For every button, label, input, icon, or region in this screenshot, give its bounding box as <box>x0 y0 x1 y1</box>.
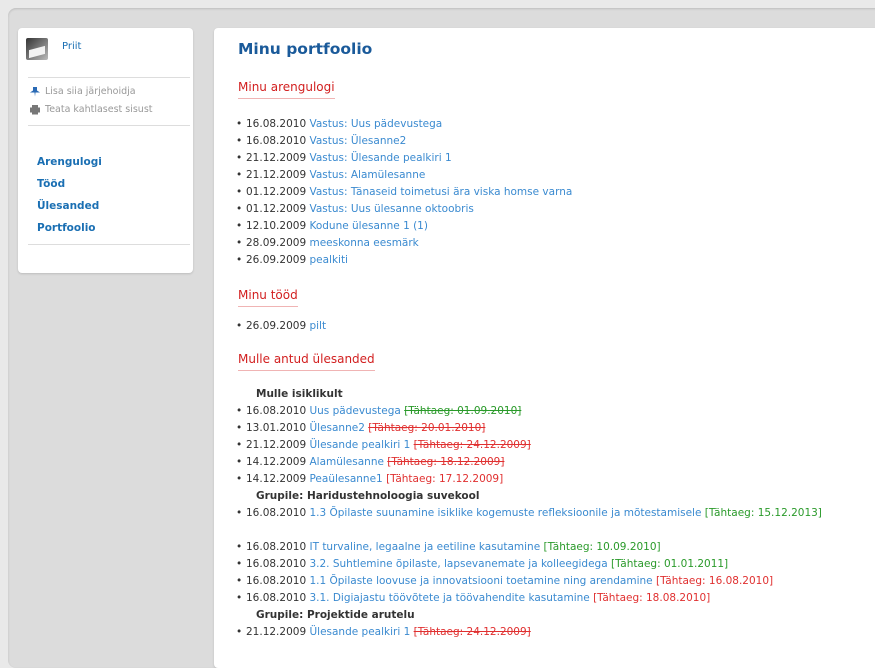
avatar <box>26 38 48 60</box>
list-item: 01.12.2009 Vastus: Tänaseid toimetusi är… <box>236 184 875 201</box>
list-item: 26.09.2009 pilt <box>236 318 875 335</box>
deadline: [Tähtaeg: 10.09.2010] <box>543 541 661 553</box>
list-item: 26.09.2009 pealkiti <box>236 252 875 269</box>
divider <box>28 244 190 245</box>
divider <box>28 77 190 78</box>
nav-ulesanded[interactable]: Ülesanded <box>37 195 102 217</box>
task-link[interactable]: Peaülesanne1 <box>309 473 382 485</box>
task-link[interactable]: 3.1. Digiajastu töövõtete ja töövahendit… <box>309 592 589 604</box>
list-item: 28.09.2009 meeskonna eesmärk <box>236 235 875 252</box>
list-item: 21.12.2009 Vastus: Ülesande pealkiri 1 <box>236 150 875 167</box>
nav-arengulogi[interactable]: Arengulogi <box>37 151 102 173</box>
arengulogi-list: 16.08.2010 Vastus: Uus pädevustega 16.08… <box>236 116 875 269</box>
list-item: 16.08.2010 Uus pädevustega [Tähtaeg: 01.… <box>236 403 875 420</box>
task-link[interactable]: 1.1 Õpilaste loovuse ja innovatsiooni to… <box>309 575 652 587</box>
deadline: [Tähtaeg: 17.12.2009] <box>386 473 504 485</box>
add-bookmark-link[interactable]: Lisa siia järjehoidja <box>30 86 136 97</box>
list-item: 21.12.2009 Ülesande pealkiri 1 [Tähtaeg:… <box>236 624 875 641</box>
entry-link[interactable]: meeskonna eesmärk <box>309 237 418 249</box>
report-content-link[interactable]: Teata kahtlasest sisust <box>30 104 153 115</box>
sidebar-nav: Arengulogi Tööd Ülesanded Portfoolio <box>37 151 102 239</box>
pin-icon <box>30 86 40 97</box>
entry-link[interactable]: Vastus: Tänaseid toimetusi ära viska hom… <box>309 186 572 198</box>
entry-link[interactable]: Kodune ülesanne 1 (1) <box>309 220 428 232</box>
deadline: [Tähtaeg: 01.09.2010] <box>404 405 522 417</box>
page-title: Minu portfoolio <box>238 40 373 58</box>
user-row: Priit <box>26 38 81 60</box>
group-heading: Mulle isiklikult <box>256 388 343 400</box>
deadline: [Tähtaeg: 18.08.2010] <box>593 592 711 604</box>
main-content: Minu portfoolio Minu arengulogi 16.08.20… <box>214 28 875 668</box>
section-title-tood: Minu tööd <box>238 288 298 307</box>
task-link[interactable]: Uus pädevustega <box>309 405 400 417</box>
user-link[interactable]: Priit <box>62 41 81 52</box>
section-title-ulesanded: Mulle antud ülesanded <box>238 352 375 371</box>
list-item: 01.12.2009 Vastus: Uus ülesanne oktoobri… <box>236 201 875 218</box>
entry-link[interactable]: Vastus: Alamülesanne <box>309 169 425 181</box>
list-item: 21.12.2009 Ülesande pealkiri 1 [Tähtaeg:… <box>236 437 875 454</box>
list-item: 14.12.2009 Alamülesanne [Tähtaeg: 18.12.… <box>236 454 875 471</box>
task-link[interactable]: IT turvaline, legaalne ja eetiline kasut… <box>309 541 540 553</box>
nav-portfoolio[interactable]: Portfoolio <box>37 217 102 239</box>
list-item: 16.08.2010 Vastus: Uus pädevustega <box>236 116 875 133</box>
list-item: 13.01.2010 Ülesanne2 [Tähtaeg: 20.01.201… <box>236 420 875 437</box>
list-item: 16.08.2010 3.2. Suhtlemine õpilaste, lap… <box>236 556 875 573</box>
task-link[interactable]: 3.2. Suhtlemine õpilaste, lapsevanemate … <box>309 558 607 570</box>
task-link[interactable]: Ülesande pealkiri 1 <box>309 626 410 638</box>
deadline: [Tähtaeg: 18.12.2009] <box>387 456 505 468</box>
task-link[interactable]: Ülesanne2 <box>309 422 364 434</box>
list-item: 16.08.2010 1.1 Õpilaste loovuse ja innov… <box>236 573 875 590</box>
sidebar: Priit Lisa siia järjehoidja Teata kahtla… <box>18 28 193 273</box>
entry-link[interactable]: Vastus: Ülesande pealkiri 1 <box>309 152 451 164</box>
divider <box>28 125 190 126</box>
deadline: [Tähtaeg: 24.12.2009] <box>413 626 531 638</box>
entry-link[interactable]: Vastus: Ülesanne2 <box>309 135 406 147</box>
entry-link[interactable]: Vastus: Uus ülesanne oktoobris <box>309 203 473 215</box>
group-heading: Grupile: Projektide arutelu <box>256 609 415 621</box>
list-item: 16.08.2010 IT turvaline, legaalne ja eet… <box>236 539 875 556</box>
deadline: [Tähtaeg: 24.12.2009] <box>413 439 531 451</box>
group-heading: Grupile: Haridustehnoloogia suvekool <box>256 490 480 502</box>
tood-list: 26.09.2009 pilt <box>236 318 875 335</box>
section-title-arengulogi: Minu arengulogi <box>238 80 335 99</box>
task-link[interactable]: Ülesande pealkiri 1 <box>309 439 410 451</box>
task-link[interactable]: 1.3 Õpilaste suunamine isiklike kogemust… <box>309 507 701 519</box>
deadline: [Tähtaeg: 01.01.2011] <box>611 558 729 570</box>
ulesanded-list: Mulle isiklikult 16.08.2010 Uus pädevust… <box>236 386 875 641</box>
list-item: 12.10.2009 Kodune ülesanne 1 (1) <box>236 218 875 235</box>
entry-link[interactable]: pealkiti <box>309 254 348 266</box>
deadline: [Tähtaeg: 15.12.2013] <box>704 507 822 519</box>
printer-icon <box>30 104 40 115</box>
entry-link[interactable]: Vastus: Uus pädevustega <box>309 118 442 130</box>
list-item: 16.08.2010 3.1. Digiajastu töövõtete ja … <box>236 590 875 607</box>
entry-link[interactable]: pilt <box>309 320 326 332</box>
list-item: 21.12.2009 Vastus: Alamülesanne <box>236 167 875 184</box>
list-item: 16.08.2010 Vastus: Ülesanne2 <box>236 133 875 150</box>
list-item: 16.08.2010 1.3 Õpilaste suunamine isikli… <box>236 505 875 539</box>
deadline: [Tähtaeg: 16.08.2010] <box>655 575 774 587</box>
deadline: [Tähtaeg: 20.01.2010] <box>368 422 486 434</box>
list-item: 14.12.2009 Peaülesanne1 [Tähtaeg: 17.12.… <box>236 471 875 488</box>
nav-tood[interactable]: Tööd <box>37 173 102 195</box>
task-link[interactable]: Alamülesanne <box>309 456 383 468</box>
